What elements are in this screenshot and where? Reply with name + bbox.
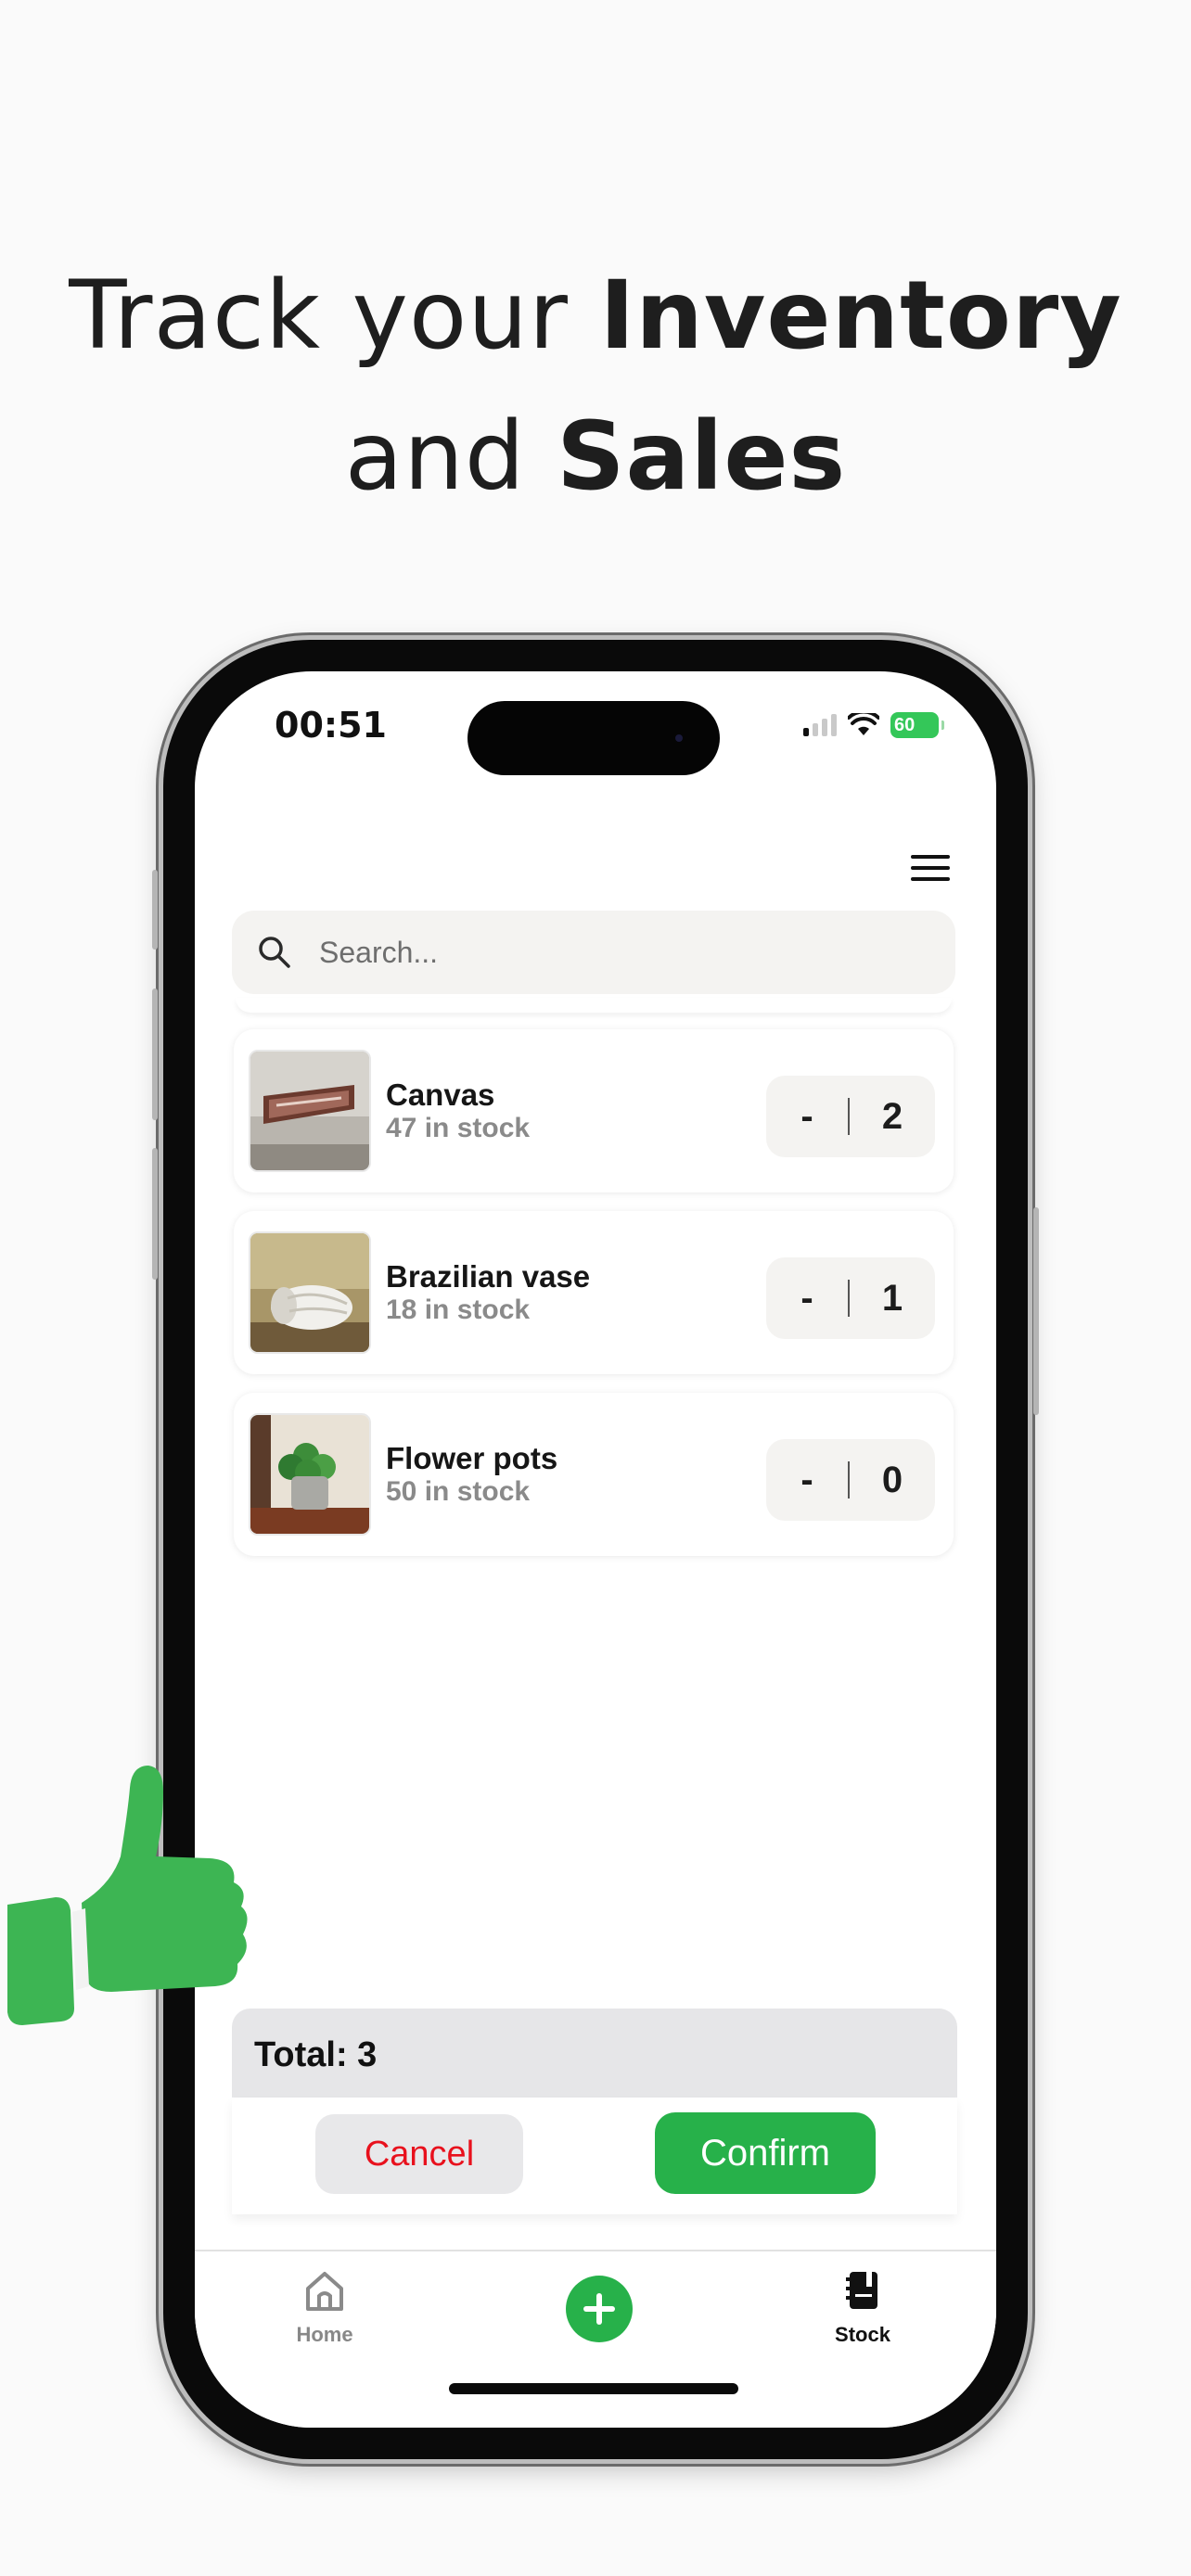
item-thumbnail-brazilian-vase bbox=[249, 1231, 371, 1354]
plus-icon bbox=[583, 2293, 615, 2325]
item-stock: 47 in stock bbox=[386, 1113, 531, 1143]
quantity-value: 2 bbox=[881, 1095, 903, 1137]
decrement-button[interactable]: - bbox=[766, 1278, 848, 1320]
headline-line-2: and Sales bbox=[344, 402, 847, 512]
status-icons: 60 bbox=[803, 712, 944, 738]
tab-home-label: Home bbox=[296, 2323, 353, 2346]
home-indicator bbox=[449, 2383, 738, 2394]
list-item[interactable]: Flower pots 50 in stock - 0 bbox=[234, 1393, 954, 1556]
tab-home[interactable]: Home bbox=[260, 2266, 390, 2347]
phone-screen: 00:51 60 Search... Canvas 47 in stock - … bbox=[195, 671, 996, 2428]
list-item[interactable]: Brazilian vase 18 in stock - 1 bbox=[234, 1211, 954, 1374]
decrement-button[interactable]: - bbox=[766, 1096, 848, 1138]
list-item-partial bbox=[236, 998, 952, 1013]
sale-summary-panel: Total: 3 Cancel Confirm bbox=[232, 2009, 957, 2214]
tab-stock-label: Stock bbox=[835, 2323, 890, 2346]
search-icon bbox=[247, 925, 302, 980]
tab-bar: Home Stock bbox=[195, 2250, 996, 2428]
quantity-value: 0 bbox=[881, 1459, 903, 1500]
cancel-button[interactable]: Cancel bbox=[315, 2114, 523, 2194]
power-button bbox=[1033, 1207, 1039, 1415]
headline-line-1: Track your Inventory bbox=[69, 261, 1122, 371]
item-list: Canvas 47 in stock - 2 Brazilian vase 18… bbox=[234, 1029, 954, 1575]
headline: Track your Inventory and Sales bbox=[0, 246, 1191, 528]
item-stock: 50 in stock bbox=[386, 1476, 531, 1507]
quantity-value: 1 bbox=[881, 1277, 903, 1319]
signal-icon bbox=[803, 714, 837, 736]
total-label: Total: 3 bbox=[232, 2009, 957, 2098]
item-name: Flower pots bbox=[386, 1441, 558, 1475]
stock-book-icon bbox=[846, 2272, 877, 2309]
menu-icon[interactable] bbox=[911, 855, 950, 885]
item-thumbnail-canvas bbox=[249, 1050, 371, 1172]
search-input[interactable] bbox=[317, 934, 877, 971]
list-item[interactable]: Canvas 47 in stock - 2 bbox=[234, 1029, 954, 1192]
search-bar[interactable] bbox=[232, 911, 955, 994]
decrement-button[interactable]: - bbox=[766, 1460, 848, 1501]
add-button[interactable] bbox=[566, 2276, 633, 2342]
volume-down-button bbox=[152, 1148, 158, 1280]
thumbs-up-icon bbox=[7, 1766, 248, 2025]
tab-stock[interactable]: Stock bbox=[798, 2266, 928, 2347]
item-name: Brazilian vase bbox=[386, 1259, 591, 1294]
mute-switch bbox=[152, 870, 158, 950]
battery-icon: 60 bbox=[890, 712, 944, 738]
status-time: 00:51 bbox=[275, 705, 387, 746]
quantity-stepper: - 2 bbox=[766, 1076, 935, 1157]
item-name: Canvas bbox=[386, 1078, 495, 1112]
confirm-button[interactable]: Confirm bbox=[655, 2112, 876, 2194]
home-icon bbox=[306, 2272, 343, 2311]
item-stock: 18 in stock bbox=[386, 1294, 531, 1325]
quantity-stepper: - 1 bbox=[766, 1257, 935, 1339]
wifi-icon bbox=[848, 713, 879, 735]
quantity-stepper: - 0 bbox=[766, 1439, 935, 1521]
item-thumbnail-flower-pots bbox=[249, 1413, 371, 1536]
dynamic-island bbox=[467, 701, 720, 775]
volume-up-button bbox=[152, 988, 158, 1120]
phone-frame: 00:51 60 Search... Canvas 47 in stock - … bbox=[152, 640, 1039, 2459]
summary-actions: Cancel Confirm bbox=[232, 2098, 957, 2214]
